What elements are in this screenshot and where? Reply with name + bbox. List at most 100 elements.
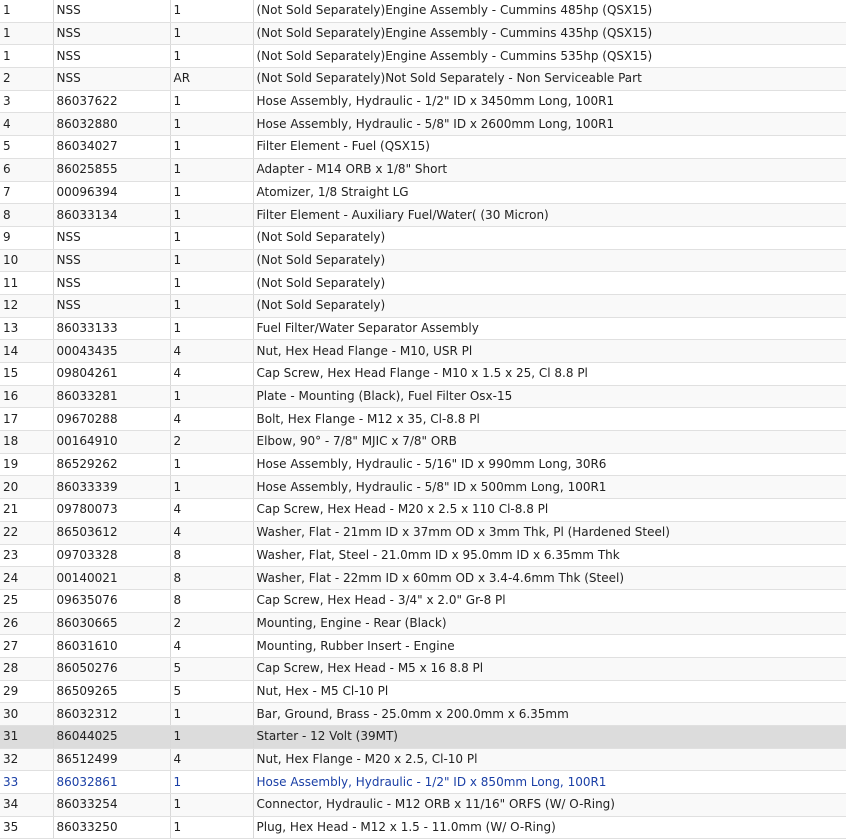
item-number-cell: 7 (0, 181, 54, 205)
table-row[interactable]: 3 86037622 1 Hose Assembly, Hydraulic - 1/2… (0, 90, 846, 114)
item-number-cell: 1 (0, 22, 54, 46)
item-number-cell: 18 (0, 430, 54, 454)
quantity-cell: 4 (170, 498, 254, 522)
quantity-cell: 1 (170, 0, 254, 23)
table-row[interactable]: 22 86503612 4 Washer, Flat - 21mm ID x 37mm… (0, 521, 846, 545)
table-row[interactable]: 18 00164910 2 Elbow, 90° - 7/8" MJIC x 7/8"… (0, 430, 846, 454)
table-row[interactable]: 27 86031610 4 Mounting, Rubber Insert - Eng… (0, 634, 846, 658)
quantity-cell: 1 (170, 453, 254, 477)
item-number-cell: 5 (0, 135, 54, 159)
table-row[interactable]: 31 86044025 1 Starter - 12 Volt (39MT) (0, 725, 846, 749)
table-row[interactable]: 13 86033133 1 Fuel Filter/Water Separator A… (0, 317, 846, 341)
description-cell: Adapter - M14 ORB x 1/8" Short (253, 158, 846, 182)
table-row[interactable]: 4 86032880 1 Hose Assembly, Hydraulic - 5/8… (0, 112, 846, 137)
item-number-cell: 13 (0, 317, 54, 341)
quantity-cell: 4 (170, 521, 254, 545)
description-cell: Mounting, Engine - Rear (Black) (253, 612, 846, 636)
item-number-cell: 20 (0, 475, 54, 500)
quantity-cell: 1 (170, 112, 254, 137)
description-cell: (Not Sold Separately) (253, 294, 846, 318)
quantity-cell: 1 (170, 475, 254, 500)
table-row[interactable]: 2 NSS AR (Not Sold Separately)Not Sold Sepa… (0, 67, 846, 91)
table-row[interactable]: 20 86033339 1 Hose Assembly, Hydraulic - 5/… (0, 475, 846, 500)
table-row[interactable]: 30 86032312 1 Bar, Ground, Brass - 25.0mm x… (0, 702, 846, 726)
table-row[interactable]: 34 86033254 1 Connector, Hydraulic - M12 OR… (0, 793, 846, 817)
quantity-cell: AR (170, 67, 254, 91)
description-cell: Plug, Hex Head - M12 x 1.5 - 11.0mm (W/ … (253, 816, 846, 839)
table-row[interactable]: 19 86529262 1 Hose Assembly, Hydraulic - 5/… (0, 453, 846, 477)
part-number-cell: 86503612 (53, 521, 171, 545)
description-cell: (Not Sold Separately)Engine Assembly - C… (253, 22, 846, 46)
description-cell: Filter Element - Auxiliary Fuel/Water( (… (253, 203, 846, 227)
table-row[interactable]: 7 00096394 1 Atomizer, 1/8 Straight LG (0, 181, 846, 205)
table-row[interactable]: 29 86509265 5 Nut, Hex - M5 Cl-10 Pl (0, 680, 846, 704)
item-number-cell: 25 (0, 589, 54, 613)
description-cell: Bar, Ground, Brass - 25.0mm x 200.0mm x … (253, 702, 846, 726)
part-number-cell: 86033134 (53, 203, 171, 227)
table-row[interactable]: 32 86512499 4 Nut, Hex Flange - M20 x 2.5, … (0, 748, 846, 772)
part-number-cell: NSS (53, 294, 171, 318)
table-row[interactable]: 6 86025855 1 Adapter - M14 ORB x 1/8" Short (0, 158, 846, 182)
item-number-cell: 24 (0, 566, 54, 590)
quantity-cell: 1 (170, 44, 254, 69)
part-number-cell: 00096394 (53, 181, 171, 205)
description-cell: Elbow, 90° - 7/8" MJIC x 7/8" ORB (253, 430, 846, 454)
description-cell: (Not Sold Separately)Engine Assembly - C… (253, 0, 846, 23)
quantity-cell: 5 (170, 657, 254, 681)
part-number-cell: 86033250 (53, 816, 171, 839)
table-row[interactable]: 1 NSS 1 (Not Sold Separately)Engine Assembl… (0, 0, 846, 23)
part-number-cell: 86032861 (53, 770, 171, 795)
quantity-cell: 1 (170, 317, 254, 341)
table-row[interactable]: 35 86033250 1 Plug, Hex Head - M12 x 1.5 - … (0, 816, 846, 839)
table-row[interactable]: 1 NSS 1 (Not Sold Separately)Engine Assembl… (0, 44, 846, 69)
description-cell: Plate - Mounting (Black), Fuel Filter Os… (253, 385, 846, 409)
table-row[interactable]: 26 86030665 2 Mounting, Engine - Rear (Blac… (0, 612, 846, 636)
quantity-cell: 1 (170, 181, 254, 205)
item-number-cell: 23 (0, 544, 54, 568)
description-cell: (Not Sold Separately) (253, 271, 846, 295)
part-number-cell: 86031610 (53, 634, 171, 658)
table-row[interactable]: 24 00140021 8 Washer, Flat - 22mm ID x 60mm… (0, 566, 846, 590)
quantity-cell: 1 (170, 793, 254, 817)
table-row[interactable]: 33 86032861 1 Hose Assembly, Hydraulic - 1/… (0, 770, 846, 795)
item-number-cell: 22 (0, 521, 54, 545)
item-number-cell: 32 (0, 748, 54, 772)
description-cell: Washer, Flat - 22mm ID x 60mm OD x 3.4-4… (253, 566, 846, 590)
table-row[interactable]: 1 NSS 1 (Not Sold Separately)Engine Assembl… (0, 22, 846, 46)
table-row[interactable]: 25 09635076 8 Cap Screw, Hex Head - 3/4" x … (0, 589, 846, 613)
part-number-cell: 09780073 (53, 498, 171, 522)
part-number-cell: 00164910 (53, 430, 171, 454)
description-cell: Cap Screw, Hex Head - 3/4" x 2.0" Gr-8 P… (253, 589, 846, 613)
description-cell: Hose Assembly, Hydraulic - 5/8" ID x 260… (253, 112, 846, 137)
table-row[interactable]: 12 NSS 1 (Not Sold Separately) (0, 294, 846, 318)
description-cell: Starter - 12 Volt (39MT) (253, 725, 846, 749)
table-row[interactable]: 5 86034027 1 Filter Element - Fuel (QSX15) (0, 135, 846, 159)
table-row[interactable]: 28 86050276 5 Cap Screw, Hex Head - M5 x 16… (0, 657, 846, 681)
item-number-cell: 28 (0, 657, 54, 681)
part-number-cell: 86034027 (53, 135, 171, 159)
item-number-cell: 27 (0, 634, 54, 658)
item-number-cell: 1 (0, 0, 54, 23)
item-number-cell: 17 (0, 407, 54, 432)
item-number-cell: 14 (0, 339, 54, 363)
table-row[interactable]: 14 00043435 4 Nut, Hex Head Flange - M10, U… (0, 339, 846, 363)
table-row[interactable]: 8 86033134 1 Filter Element - Auxiliary Fue… (0, 203, 846, 227)
part-number-cell: 00043435 (53, 339, 171, 363)
part-number-cell: NSS (53, 0, 171, 23)
table-row[interactable]: 15 09804261 4 Cap Screw, Hex Head Flange - … (0, 362, 846, 386)
description-cell: Mounting, Rubber Insert - Engine (253, 634, 846, 658)
table-row[interactable]: 21 09780073 4 Cap Screw, Hex Head - M20 x 2… (0, 498, 846, 522)
quantity-cell: 8 (170, 589, 254, 613)
quantity-cell: 4 (170, 748, 254, 772)
table-row[interactable]: 17 09670288 4 Bolt, Hex Flange - M12 x 35, … (0, 407, 846, 432)
part-number-cell: 86030665 (53, 612, 171, 636)
item-number-cell: 12 (0, 294, 54, 318)
table-row[interactable]: 11 NSS 1 (Not Sold Separately) (0, 271, 846, 295)
item-number-cell: 16 (0, 385, 54, 409)
part-number-cell: 86032880 (53, 112, 171, 137)
description-cell: Nut, Hex - M5 Cl-10 Pl (253, 680, 846, 704)
table-row[interactable]: 9 NSS 1 (Not Sold Separately) (0, 226, 846, 250)
table-row[interactable]: 10 NSS 1 (Not Sold Separately) (0, 249, 846, 273)
table-row[interactable]: 23 09703328 8 Washer, Flat, Steel - 21.0mm … (0, 544, 846, 568)
table-row[interactable]: 16 86033281 1 Plate - Mounting (Black), Fue… (0, 385, 846, 409)
